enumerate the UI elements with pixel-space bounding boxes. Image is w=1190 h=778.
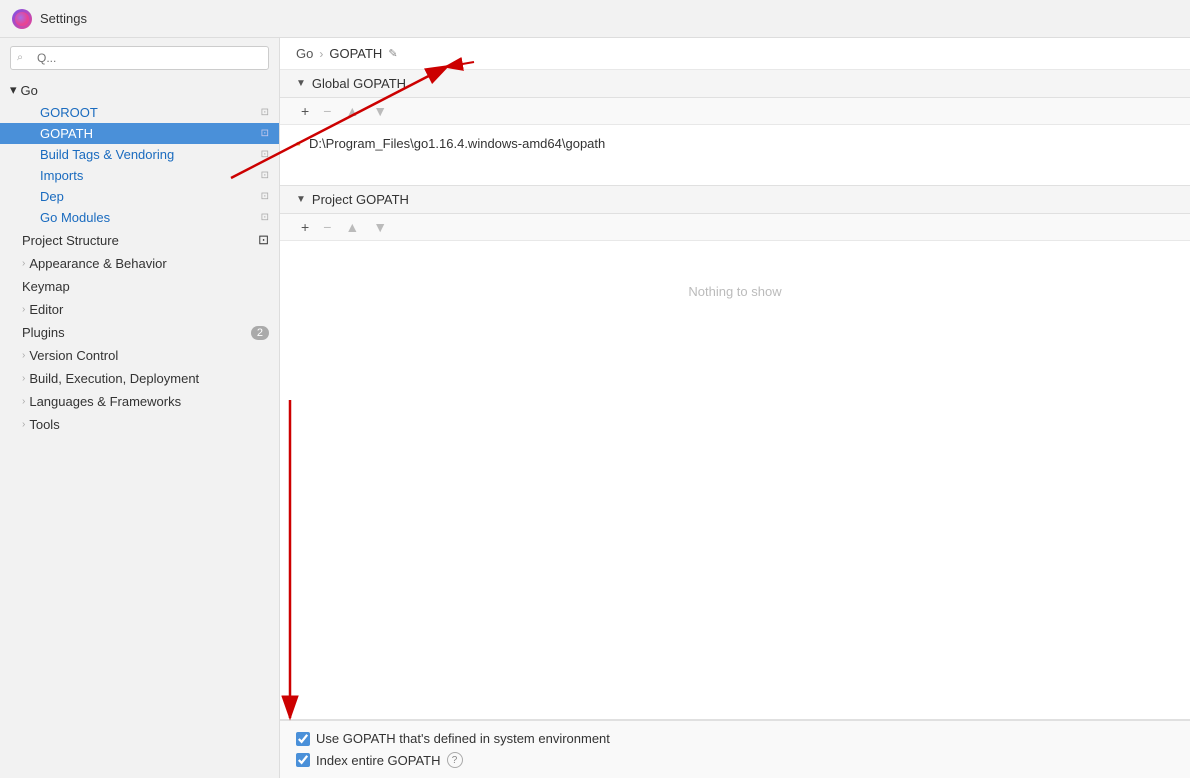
sidebar-item-plugins[interactable]: Plugins 2	[0, 321, 279, 344]
goroot-settings-icon: ⊡	[261, 107, 269, 118]
global-gopath-list: ▪ D:\Program_Files\go1.16.4.windows-amd6…	[280, 125, 1190, 185]
breadcrumb-parent: Go	[296, 46, 313, 61]
help-icon[interactable]: ?	[447, 752, 463, 768]
languages-frameworks-label: Languages & Frameworks	[29, 394, 181, 409]
sidebar-item-appearance-behavior[interactable]: › Appearance & Behavior	[0, 252, 279, 275]
project-gopath-section: ▼ Project GOPATH + − ▲ ▼ Nothing to show	[280, 186, 1190, 720]
go-chevron-icon: ▾	[10, 82, 17, 98]
sidebar-item-editor[interactable]: › Editor	[0, 298, 279, 321]
content-body: ▼ Global GOPATH + − ▲ ▼ ▪ D:\Pr	[280, 70, 1190, 720]
nav-tree: ▾ Go GOROOT ⊡ GOPATH ⊡	[0, 78, 279, 778]
appearance-behavior-label: Appearance & Behavior	[29, 256, 166, 271]
build-execution-label: Build, Execution, Deployment	[29, 371, 199, 386]
sidebar-item-imports[interactable]: Imports ⊡	[0, 165, 279, 186]
go-children: GOROOT ⊡ GOPATH ⊡ Build Tags & Vendoring…	[0, 102, 279, 228]
editor-expand-icon: ›	[22, 304, 25, 315]
project-gopath-title: Project GOPATH	[312, 192, 409, 207]
lang-expand-icon: ›	[22, 396, 25, 407]
build-expand-icon: ›	[22, 373, 25, 384]
global-down-button[interactable]: ▼	[368, 102, 392, 120]
content-footer: Use GOPATH that's defined in system envi…	[280, 720, 1190, 778]
project-gopath-header: ▼ Project GOPATH	[280, 186, 1190, 214]
sidebar-item-goroot[interactable]: GOROOT ⊡	[0, 102, 279, 123]
gopath-label: GOPATH	[40, 126, 93, 141]
sidebar-item-project-structure[interactable]: Project Structure ⊡	[0, 228, 279, 252]
list-item[interactable]: ▪ D:\Program_Files\go1.16.4.windows-amd6…	[280, 131, 1190, 155]
search-box: ⌕	[10, 46, 269, 70]
breadcrumb-current: GOPATH	[329, 46, 382, 61]
project-add-button[interactable]: +	[296, 218, 314, 236]
gopath-settings-icon: ⊡	[261, 128, 269, 139]
plugins-label: Plugins	[22, 325, 65, 340]
index-entire-gopath-checkbox[interactable]	[296, 753, 310, 767]
plugins-badge: 2	[251, 326, 269, 340]
search-input[interactable]	[10, 46, 269, 70]
go-modules-label: Go Modules	[40, 210, 110, 225]
sidebar-item-go-modules[interactable]: Go Modules ⊡	[0, 207, 279, 228]
global-gopath-title: Global GOPATH	[312, 76, 406, 91]
use-system-gopath-checkbox[interactable]	[296, 732, 310, 746]
sidebar-item-keymap[interactable]: Keymap	[0, 275, 279, 298]
global-remove-button[interactable]: −	[318, 102, 336, 120]
project-gopath-toolbar: + − ▲ ▼	[280, 214, 1190, 241]
project-remove-button[interactable]: −	[318, 218, 336, 236]
sidebar-item-build-execution[interactable]: › Build, Execution, Deployment	[0, 367, 279, 390]
search-icon: ⌕	[17, 52, 23, 65]
breadcrumb-edit-icon[interactable]: ✎	[388, 47, 397, 60]
sidebar-item-dep[interactable]: Dep ⊡	[0, 186, 279, 207]
goroot-label: GOROOT	[40, 105, 98, 120]
title-bar: Settings	[0, 0, 1190, 38]
keymap-label: Keymap	[22, 279, 70, 294]
appearance-expand-icon: ›	[22, 258, 25, 269]
global-gopath-header: ▼ Global GOPATH	[280, 70, 1190, 98]
sidebar-item-build-tags[interactable]: Build Tags & Vendoring ⊡	[0, 144, 279, 165]
breadcrumb-separator: ›	[319, 47, 323, 61]
editor-label: Editor	[29, 302, 63, 317]
project-gopath-empty: Nothing to show	[280, 241, 1190, 341]
global-gopath-section: ▼ Global GOPATH + − ▲ ▼ ▪ D:\Pr	[280, 70, 1190, 186]
dep-label: Dep	[40, 189, 64, 204]
sidebar-item-languages-frameworks[interactable]: › Languages & Frameworks	[0, 390, 279, 413]
project-structure-label: Project Structure	[22, 233, 119, 248]
imports-label: Imports	[40, 168, 83, 183]
project-structure-icon: ⊡	[258, 232, 269, 248]
project-up-button[interactable]: ▲	[340, 218, 364, 236]
build-tags-label: Build Tags & Vendoring	[40, 147, 174, 162]
dep-settings-icon: ⊡	[261, 191, 269, 202]
global-gopath-triangle-icon: ▼	[296, 78, 306, 89]
global-gopath-toolbar: + − ▲ ▼	[280, 98, 1190, 125]
sidebar-go-label: Go	[21, 83, 38, 98]
content-panel: Go › GOPATH ✎ ▼ Global GOPATH +	[280, 38, 1190, 778]
use-system-gopath-row: Use GOPATH that's defined in system envi…	[296, 731, 1174, 746]
empty-text: Nothing to show	[688, 284, 781, 299]
global-add-button[interactable]: +	[296, 102, 314, 120]
sidebar-item-version-control[interactable]: › Version Control	[0, 344, 279, 367]
sidebar-item-gopath[interactable]: GOPATH ⊡	[0, 123, 279, 144]
vc-expand-icon: ›	[22, 350, 25, 361]
app-icon	[12, 9, 32, 29]
use-system-gopath-label: Use GOPATH that's defined in system envi…	[316, 731, 610, 746]
version-control-label: Version Control	[29, 348, 118, 363]
sidebar-item-go[interactable]: ▾ Go	[0, 78, 279, 102]
main-container: ⌕ ▾ Go GOROOT ⊡	[0, 38, 1190, 778]
imports-settings-icon: ⊡	[261, 170, 269, 181]
index-entire-gopath-label: Index entire GOPATH	[316, 753, 441, 768]
folder-icon: ▪	[296, 135, 301, 151]
sidebar-item-tools[interactable]: › Tools	[0, 413, 279, 436]
gopath-entry-path: D:\Program_Files\go1.16.4.windows-amd64\…	[309, 136, 605, 151]
go-modules-settings-icon: ⊡	[261, 212, 269, 223]
sidebar: ⌕ ▾ Go GOROOT ⊡	[0, 38, 280, 778]
project-gopath-triangle-icon: ▼	[296, 194, 306, 205]
project-down-button[interactable]: ▼	[368, 218, 392, 236]
tools-expand-icon: ›	[22, 419, 25, 430]
index-entire-gopath-row: Index entire GOPATH ?	[296, 752, 1174, 768]
tools-label: Tools	[29, 417, 59, 432]
global-up-button[interactable]: ▲	[340, 102, 364, 120]
breadcrumb: Go › GOPATH ✎	[280, 38, 1190, 70]
window-title: Settings	[40, 11, 87, 26]
build-tags-settings-icon: ⊡	[261, 149, 269, 160]
